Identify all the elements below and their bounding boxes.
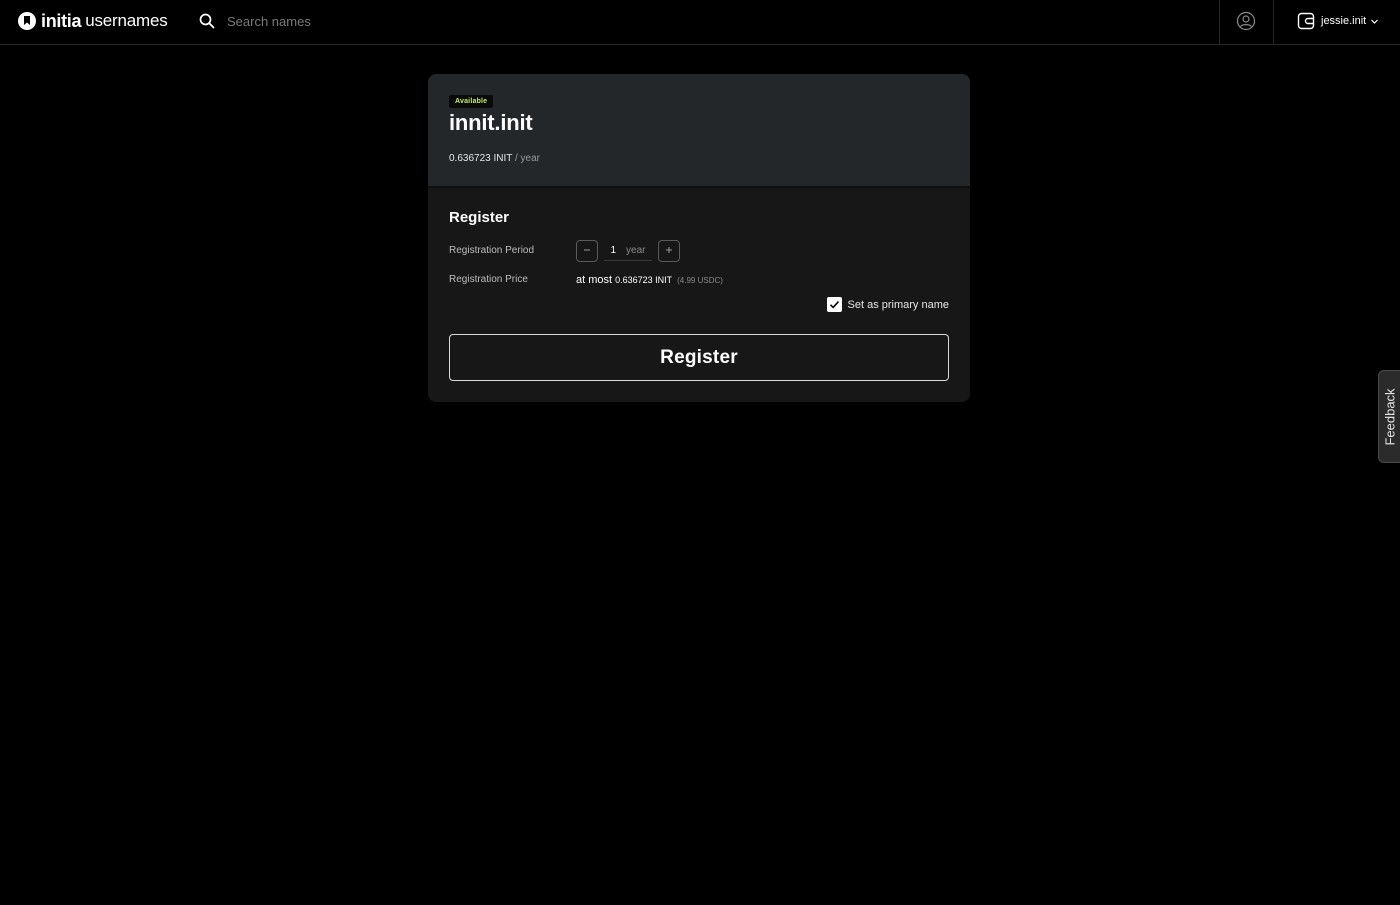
price-amount: 0.636723 INIT: [615, 275, 673, 285]
feedback-tab[interactable]: Feedback: [1378, 370, 1400, 463]
primary-name-checkbox[interactable]: [826, 297, 842, 312]
price-amount: 0.636723 INIT: [449, 153, 513, 164]
brand-name: initia: [41, 10, 82, 31]
annual-price: 0.636723 INIT / year: [449, 153, 540, 164]
feedback-label: Feedback: [1382, 387, 1397, 446]
registration-price-label: Registration Price: [449, 274, 528, 285]
register-section-title: Register: [449, 209, 510, 226]
period-unit: year: [626, 245, 646, 256]
brand-subtitle: usernames: [85, 11, 168, 30]
domain-summary: Available innit.init 0.636723 INIT / yea…: [428, 74, 970, 188]
chevron-down-icon: [1371, 19, 1379, 24]
status-badge: Available: [449, 95, 494, 108]
price-usd: (4.99 USDC): [677, 276, 723, 285]
plus-icon: [666, 247, 672, 253]
price-unit: / year: [514, 153, 540, 164]
register-button[interactable]: Register: [449, 334, 949, 381]
domain-name: innit.init: [449, 110, 533, 135]
check-icon: [829, 301, 839, 309]
wallet-icon: [1297, 12, 1315, 30]
search-icon: [199, 13, 215, 29]
brand-logo[interactable]: initia usernames: [18, 11, 168, 31]
registration-period-label: Registration Period: [449, 245, 535, 256]
registration-price: at most 0.636723 INIT (4.99 USDC): [576, 274, 723, 286]
header-divider: [1273, 0, 1274, 44]
header-divider: [1219, 0, 1220, 44]
decrement-button[interactable]: [576, 240, 598, 262]
increment-button[interactable]: [658, 240, 680, 262]
registration-period-stepper: 1 year: [576, 240, 680, 262]
user-circle-icon[interactable]: [1236, 11, 1256, 31]
period-field[interactable]: 1 year: [604, 241, 652, 261]
period-value: 1: [610, 245, 617, 256]
wallet-name: jessie.init: [1321, 15, 1367, 27]
minus-icon: [584, 249, 590, 251]
top-navbar: initia usernames jessie.init: [0, 0, 1400, 45]
wallet-button[interactable]: jessie.init: [1297, 11, 1379, 31]
primary-name-toggle[interactable]: Set as primary name: [826, 297, 949, 312]
primary-name-label: Set as primary name: [847, 298, 949, 311]
search-input[interactable]: [227, 11, 827, 31]
price-prefix: at most: [576, 274, 613, 286]
registration-card: Available innit.init 0.636723 INIT / yea…: [428, 74, 970, 402]
initia-logo-icon: [18, 12, 36, 30]
